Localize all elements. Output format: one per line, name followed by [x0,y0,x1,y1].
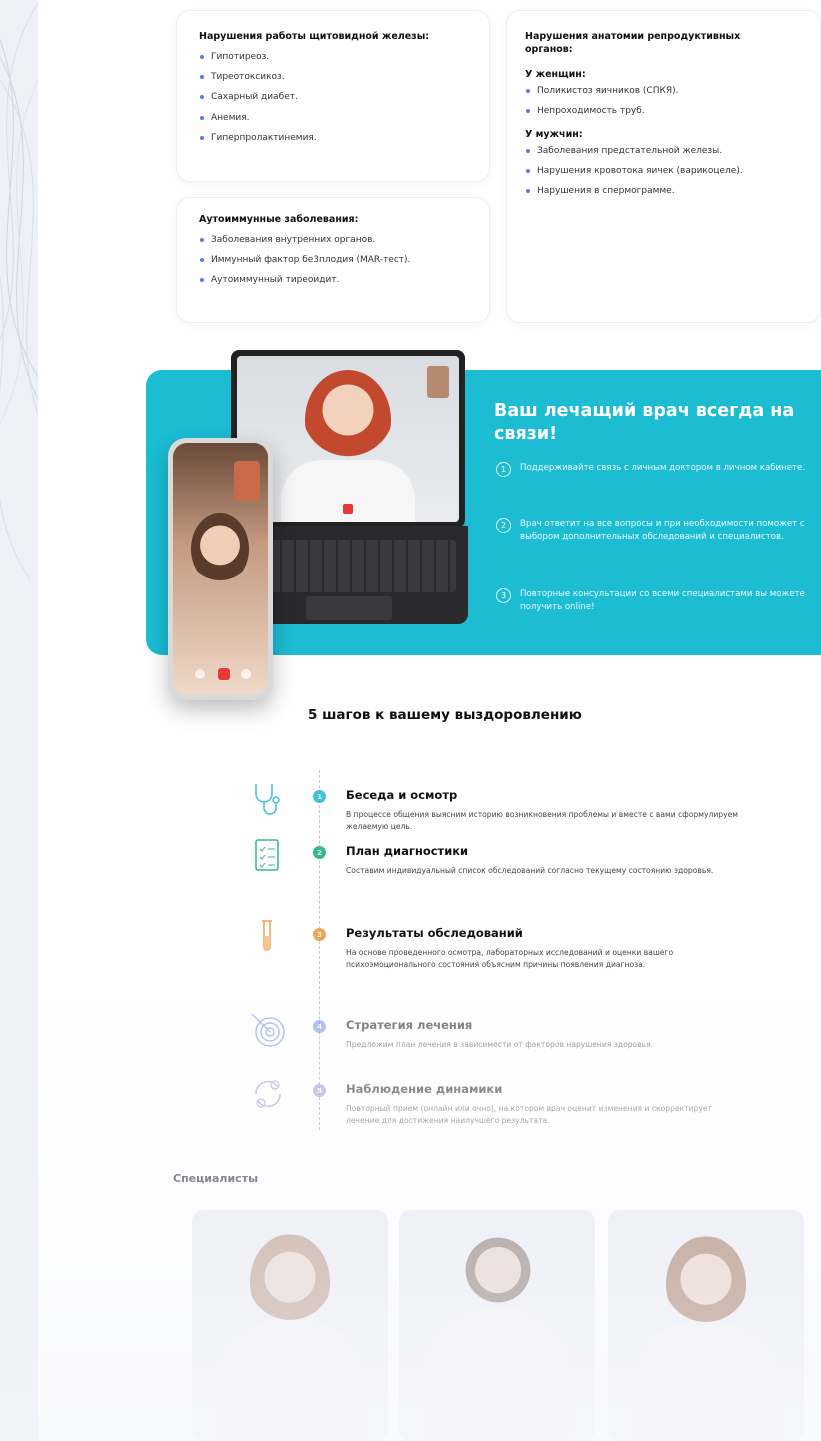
step-number-badge: 4 [313,1020,326,1033]
step-description: На основе проведенного осмотра, лаборато… [346,948,674,969]
list-item: Гиперпролактинемия. [199,133,467,144]
men-condition-list: Заболевания предстательной железы. Наруш… [525,146,802,197]
feature-text: Врач ответит на все вопросы и при необхо… [520,519,805,543]
reproductive-anatomy-card: Нарушения анатомии репродуктивных органо… [506,10,821,323]
step-number-badge: 2 [313,846,326,859]
list-item: Иммунный фактор бе3плодия (MAR-тест). [199,255,467,266]
list-item: Заболевания предстательной железы. [525,146,802,157]
card-title: Аутоиммунные заболевания: [199,214,359,225]
list-item: Тиреотоксикоз. [199,72,467,83]
banner-feature: 2 Врач ответит на все вопросы и при необ… [496,518,821,545]
end-call-icon[interactable] [343,504,353,514]
camera-icon[interactable] [241,669,251,679]
step-description: Составим индивидуальный список обследова… [346,866,714,875]
doctor-portrait [305,370,391,470]
cycle-icon [255,1080,281,1108]
steps-timeline-line [319,770,320,1130]
wave-pattern-graphic [0,2,38,581]
step-number-badge: 5 [313,1084,326,1097]
list-item: Анемия. [199,113,467,124]
banner-feature: 3 Повторные консультации со всеми специа… [496,588,821,615]
condition-list: Заболевания внутренних органов. Иммунный… [199,235,467,286]
self-view-thumbnail [427,366,449,398]
card-title: Нарушения анатомии репродуктивных органо… [525,31,741,55]
specialist-photo [250,1234,330,1330]
list-item: Нарушения кровотока яичек (варикоцеле). [525,166,802,177]
men-subtitle: У мужчин: [525,128,583,140]
decorative-left-rail [0,0,38,1441]
list-item: Сахарный диабет. [199,92,467,103]
specialist-card[interactable] [192,1210,388,1441]
list-item: Аутоиммунный тиреоидит. [199,275,467,286]
specialists-section-title: Специалисты [173,1172,259,1185]
specialist-coat [218,1320,362,1441]
list-item: Нарушения в спермограмме. [525,186,802,197]
stethoscope-icon [255,784,280,815]
feature-number: 3 [496,588,511,603]
step-title: Беседа и осмотр [346,788,458,802]
feature-text: Поддерживайте связь с личным доктором в … [520,463,806,473]
end-call-button-icon[interactable] [218,668,230,680]
step-title: Стратегия лечения [346,1018,473,1032]
specialist-coat [634,1322,778,1441]
step-title: Результаты обследований [346,926,523,940]
steps-section-title: 5 шагов к вашему выздоровлению [308,707,582,723]
list-item: Гипотиреоз. [199,52,467,63]
test-tube-icon [262,920,272,951]
feature-number: 2 [496,518,511,533]
phone-video-call-image [168,438,273,700]
step-description: Предложим план лечения в зависимости от … [346,1040,654,1049]
banner-feature: 1 Поддерживайте связь с личным доктором … [496,462,821,477]
specialist-card[interactable] [608,1210,804,1441]
mic-icon[interactable] [195,669,205,679]
step-number-badge: 1 [313,790,326,803]
phone-screen [173,443,268,695]
condition-list: Гипотиреоз. Тиреотоксикоз. Сахарный диаб… [199,52,467,144]
specialist-photo [666,1236,746,1332]
specialist-coat [425,1308,569,1441]
patient-portrait [191,513,249,585]
thyroid-disorders-card: Нарушения работы щитовидной железы: Гипо… [176,10,490,182]
card-title: Нарушения работы щитовидной железы: [199,31,430,42]
trackpad [306,596,392,620]
list-item: Поликистоз яичников (СПКЯ). [525,86,802,97]
women-condition-list: Поликистоз яичников (СПКЯ). Непроходимос… [525,86,802,117]
step-description: В процессе общения выясним историю возни… [346,810,738,831]
list-item: Заболевания внутренних органов. [199,235,467,246]
feature-number: 1 [496,462,511,477]
step-number-badge: 3 [313,928,326,941]
banner-title: Ваш лечащий врач всегда на связи! [494,401,795,444]
specialist-photo [465,1230,531,1310]
autoimmune-diseases-card: Аутоиммунные заболевания: Заболевания вн… [176,197,490,323]
doctor-thumbnail [234,461,260,501]
women-subtitle: У женщин: [525,68,586,80]
step-title: План диагностики [346,844,469,858]
step-title: Наблюдение динамики [346,1082,503,1096]
list-item: Непроходимость труб. [525,106,802,117]
step-description: Повторный прием (онлайн или очно), на ко… [346,1104,712,1125]
feature-text: Повторные консультации со всеми специали… [520,589,805,613]
checklist-icon [255,839,279,871]
target-icon [251,1013,285,1047]
specialist-card[interactable] [399,1210,595,1441]
